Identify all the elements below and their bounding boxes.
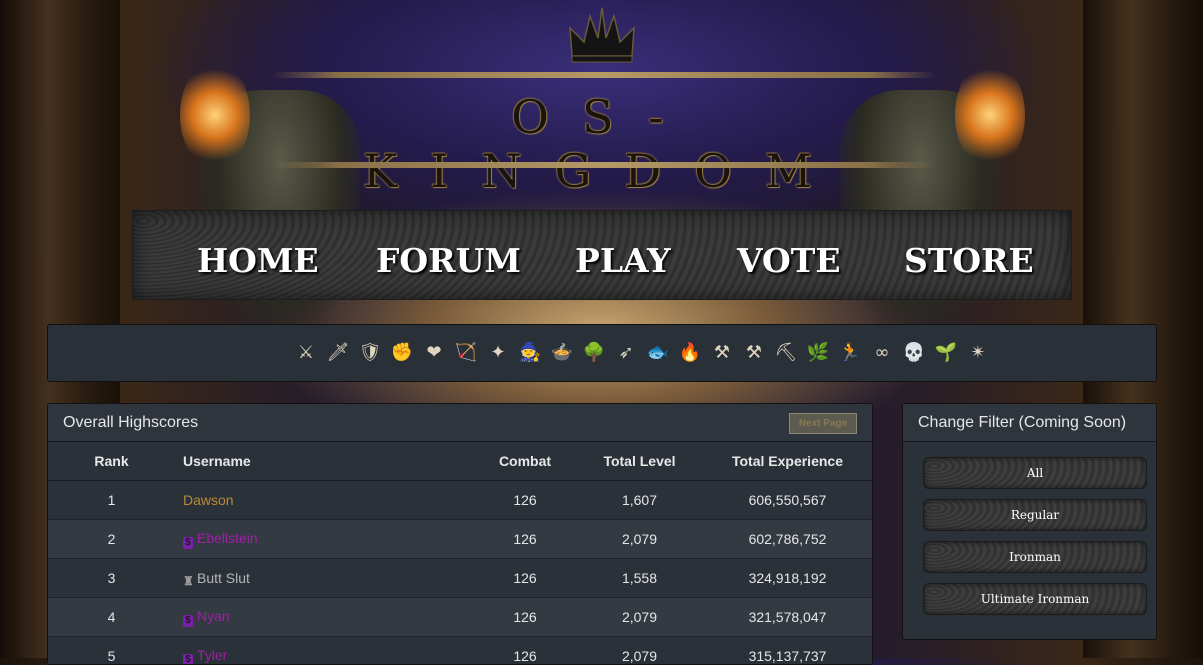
filter-ironman-button[interactable]: Ironman bbox=[923, 541, 1147, 573]
farming-skill-icon[interactable]: 🌱 bbox=[934, 341, 958, 365]
username-link[interactable]: Butt Slut bbox=[197, 570, 250, 586]
rank-cell: 5 bbox=[48, 637, 175, 665]
thieving-skill-icon[interactable]: ∞ bbox=[870, 341, 894, 365]
highscores-header: Overall Highscores Next Page bbox=[48, 404, 872, 442]
username-link[interactable]: Nyan bbox=[197, 608, 230, 624]
skill-icon-list: ⚔ 🗡 🛡 ✊ ❤ 🏹 ✦ 🧙 🍲 🌳 ➶ 🐟 🔥 ⚒ ⚒ ⛏ 🌿 🏃 ∞ 💀 🌱 ✴ bbox=[294, 341, 990, 365]
logo-text: OS-KINGDOM bbox=[272, 90, 936, 198]
nav-play[interactable]: PLAY bbox=[575, 241, 671, 280]
nav-vote[interactable]: VOTE bbox=[737, 241, 840, 280]
table-row: 5 $ Tyler 126 2,079 315,137,737 bbox=[48, 637, 872, 665]
username-link[interactable]: Tyler bbox=[197, 647, 227, 663]
username-cell: Dawson bbox=[175, 481, 474, 520]
hitpoints-skill-icon[interactable]: ❤ bbox=[422, 341, 446, 365]
fletching-skill-icon[interactable]: ➶ bbox=[614, 341, 638, 365]
smithing-skill-icon[interactable]: ⚒ bbox=[742, 341, 766, 365]
right-torch bbox=[955, 60, 1025, 170]
combat-cell: 126 bbox=[474, 598, 576, 637]
total-level-cell: 2,079 bbox=[576, 520, 703, 559]
rank-cell: 4 bbox=[48, 598, 175, 637]
total-level-cell: 1,558 bbox=[576, 559, 703, 598]
filter-panel: Change Filter (Coming Soon) All Regular … bbox=[902, 403, 1157, 640]
filter-regular-button[interactable]: Regular bbox=[923, 499, 1147, 531]
nav-forum[interactable]: FORUM bbox=[376, 241, 521, 280]
defence-skill-icon[interactable]: 🛡 bbox=[358, 341, 382, 365]
woodcutting-skill-icon[interactable]: 🌳 bbox=[582, 341, 606, 365]
username-link[interactable]: Dawson bbox=[183, 492, 234, 508]
username-cell: $ Nyan bbox=[175, 598, 474, 637]
rank-cell: 1 bbox=[48, 481, 175, 520]
skill-selector-bar: ⚔ 🗡 🛡 ✊ ❤ 🏹 ✦ 🧙 🍲 🌳 ➶ 🐟 🔥 ⚒ ⚒ ⛏ 🌿 🏃 ∞ 💀 🌱 ✴ bbox=[47, 324, 1157, 382]
filter-all-button[interactable]: All bbox=[923, 457, 1147, 489]
total-experience-cell: 321,578,047 bbox=[703, 598, 872, 637]
attack-skill-icon[interactable]: 🗡 bbox=[326, 341, 350, 365]
left-torch bbox=[180, 60, 250, 170]
magic-skill-icon[interactable]: 🧙 bbox=[518, 341, 542, 365]
highscores-panel: Overall Highscores Next Page Rank Userna… bbox=[47, 403, 873, 665]
herblore-skill-icon[interactable]: 🌿 bbox=[806, 341, 830, 365]
table-header-row: Rank Username Combat Total Level Total E… bbox=[48, 442, 872, 481]
combat-cell: 126 bbox=[474, 481, 576, 520]
donator-badge-icon: $ bbox=[183, 615, 193, 627]
logo-bottom-bar bbox=[272, 162, 936, 168]
next-page-button[interactable]: Next Page bbox=[789, 413, 857, 434]
donator-badge-icon: $ bbox=[183, 537, 193, 549]
col-total-experience: Total Experience bbox=[703, 442, 872, 481]
total-experience-cell: 606,550,567 bbox=[703, 481, 872, 520]
table-row: 3 ♜ Butt Slut 126 1,558 324,918,192 bbox=[48, 559, 872, 598]
total-experience-cell: 602,786,752 bbox=[703, 520, 872, 559]
highscores-title: Overall Highscores bbox=[63, 414, 198, 432]
strength-skill-icon[interactable]: ✊ bbox=[390, 341, 414, 365]
runecrafting-skill-icon[interactable]: ✴ bbox=[966, 341, 990, 365]
cooking-skill-icon[interactable]: 🍲 bbox=[550, 341, 574, 365]
total-experience-cell: 324,918,192 bbox=[703, 559, 872, 598]
total-experience-cell: 315,137,737 bbox=[703, 637, 872, 665]
col-combat: Combat bbox=[474, 442, 576, 481]
crafting-skill-icon[interactable]: ⚒ bbox=[710, 341, 734, 365]
username-link[interactable]: Ebellstein bbox=[197, 530, 258, 546]
slayer-skill-icon[interactable]: 💀 bbox=[902, 341, 926, 365]
rank-cell: 2 bbox=[48, 520, 175, 559]
table-row: 4 $ Nyan 126 2,079 321,578,047 bbox=[48, 598, 872, 637]
ranged-skill-icon[interactable]: 🏹 bbox=[454, 341, 478, 365]
highscores-table: Rank Username Combat Total Level Total E… bbox=[48, 442, 872, 665]
crown-icon bbox=[566, 6, 638, 64]
filter-header: Change Filter (Coming Soon) bbox=[903, 404, 1156, 442]
col-total-level: Total Level bbox=[576, 442, 703, 481]
logo-top-bar bbox=[272, 72, 936, 78]
filter-title: Change Filter (Coming Soon) bbox=[918, 414, 1126, 432]
username-cell: $ Ebellstein bbox=[175, 520, 474, 559]
total-level-cell: 1,607 bbox=[576, 481, 703, 520]
rank-cell: 3 bbox=[48, 559, 175, 598]
col-rank: Rank bbox=[48, 442, 175, 481]
nav-store[interactable]: STORE bbox=[904, 241, 1034, 280]
col-username: Username bbox=[175, 442, 474, 481]
combat-cell: 126 bbox=[474, 559, 576, 598]
username-cell: ♜ Butt Slut bbox=[175, 559, 474, 598]
agility-skill-icon[interactable]: 🏃 bbox=[838, 341, 862, 365]
table-row: 1 Dawson 126 1,607 606,550,567 bbox=[48, 481, 872, 520]
ironman-helm-icon: ♜ bbox=[183, 575, 193, 587]
main-navigation: HOME FORUM PLAY VOTE STORE bbox=[132, 210, 1072, 300]
total-level-cell: 2,079 bbox=[576, 598, 703, 637]
total-level-cell: 2,079 bbox=[576, 637, 703, 665]
filter-ultimate-ironman-button[interactable]: Ultimate Ironman bbox=[923, 583, 1147, 615]
combat-cell: 126 bbox=[474, 637, 576, 665]
table-row: 2 $ Ebellstein 126 2,079 602,786,752 bbox=[48, 520, 872, 559]
fishing-skill-icon[interactable]: 🐟 bbox=[646, 341, 670, 365]
username-cell: $ Tyler bbox=[175, 637, 474, 665]
firemaking-skill-icon[interactable]: 🔥 bbox=[678, 341, 702, 365]
donator-badge-icon: $ bbox=[183, 654, 193, 665]
nav-home[interactable]: HOME bbox=[197, 241, 319, 280]
mining-skill-icon[interactable]: ⛏ bbox=[774, 341, 798, 365]
combat-cell: 126 bbox=[474, 520, 576, 559]
prayer-skill-icon[interactable]: ✦ bbox=[486, 341, 510, 365]
overall-skill-icon[interactable]: ⚔ bbox=[294, 341, 318, 365]
